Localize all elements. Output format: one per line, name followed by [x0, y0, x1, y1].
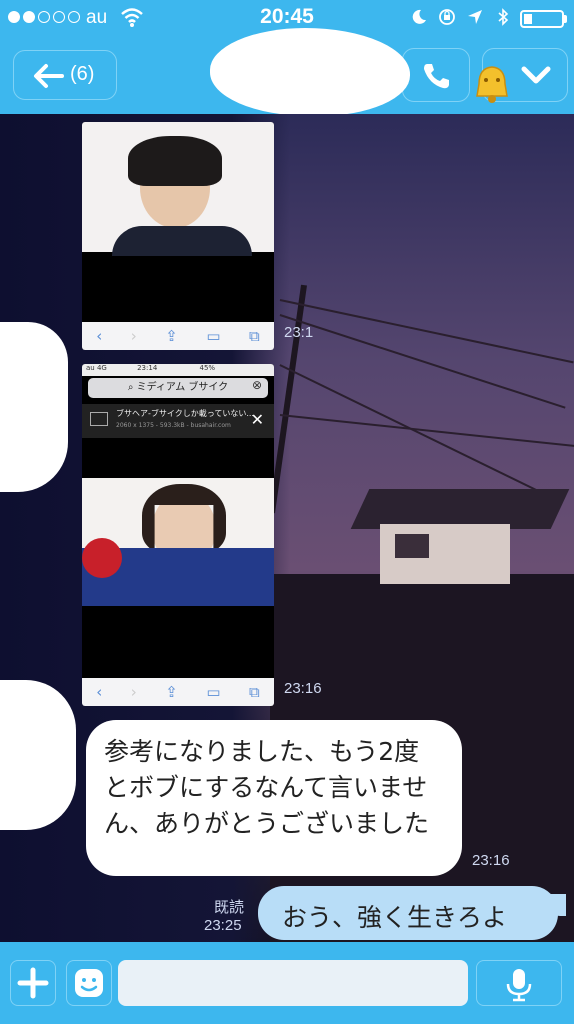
- read-receipt: 既読: [214, 899, 245, 916]
- message-input[interactable]: [118, 960, 468, 1006]
- chevron-down-icon: [521, 66, 551, 84]
- message-time: 23:16: [284, 680, 322, 697]
- location-icon: [468, 10, 482, 24]
- moon-icon: [412, 9, 426, 24]
- input-bar: [0, 942, 574, 1024]
- attach-button[interactable]: [10, 960, 56, 1006]
- sticker-button[interactable]: [66, 960, 112, 1006]
- phone-icon: [424, 64, 449, 89]
- message-time: 23:1: [284, 324, 314, 341]
- bluetooth-icon: [498, 8, 509, 26]
- back-button[interactable]: (6): [13, 50, 117, 100]
- redacted-contact-name: [210, 28, 410, 116]
- incoming-message-bubble[interactable]: 参考になりました、もう2度とボブにするなんて言いません、ありがとうございました: [86, 720, 462, 876]
- mic-icon: [506, 968, 531, 1001]
- unread-count: (6): [70, 63, 95, 85]
- image-message-2[interactable]: au 4G 23:14 45% ⌕ ミディアム ブサイク ⊗ ブサヘア-ブサイク…: [82, 364, 274, 706]
- mini-search-field: ⌕ ミディアム ブサイク: [88, 378, 268, 398]
- image-message-1[interactable]: ‹ › ⇪ ▭ ⧉: [82, 122, 274, 350]
- orientation-lock-icon: [439, 9, 455, 25]
- voice-button[interactable]: [476, 960, 562, 1006]
- message-text: 参考になりました、もう2度とボブにするなんて言いません、ありがとうございました: [104, 737, 430, 838]
- image-icon: [90, 412, 108, 426]
- outgoing-message-bubble[interactable]: おう、強く生きろよ: [258, 886, 558, 940]
- mini-close-icon: ⊗: [252, 378, 263, 392]
- sticker-icon: [74, 968, 103, 997]
- message-time: 23:25: [204, 917, 242, 934]
- message-time: 23:16: [472, 852, 510, 869]
- bell-icon: [476, 66, 508, 103]
- safari-toolbar: ‹ › ⇪ ▭ ⧉: [82, 678, 274, 706]
- redacted-avatar: [0, 680, 76, 830]
- redacted-avatar: [0, 322, 68, 492]
- call-button[interactable]: [402, 48, 470, 102]
- mini-status-bar: au 4G 23:14 45%: [82, 364, 274, 376]
- message-text: おう、強く生きろよ: [282, 903, 508, 932]
- safari-toolbar: ‹ › ⇪ ▭ ⧉: [82, 322, 274, 350]
- plus-icon: [17, 967, 48, 998]
- back-arrow-icon: [34, 64, 64, 88]
- mini-result-card: ブサヘア-ブサイクしか載っていない... 2060 x 1375 - 593.3…: [82, 404, 274, 438]
- house-roof: [350, 489, 570, 529]
- battery-icon: [520, 10, 564, 28]
